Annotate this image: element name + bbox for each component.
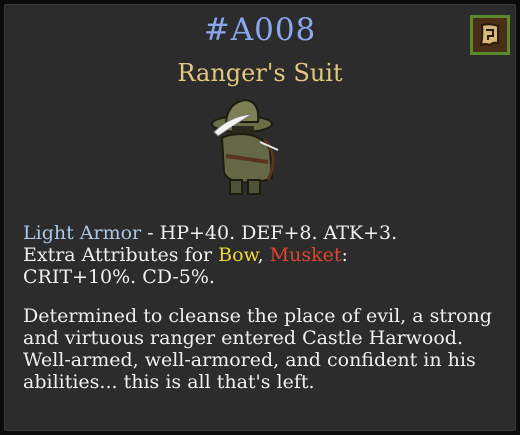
armor-type: Light Armor (23, 222, 142, 244)
item-stats: Light Armor - HP+40. DEF+8. ATK+3. Extra… (23, 222, 503, 288)
item-name: Ranger's Suit (177, 59, 343, 87)
extra-prefix: Extra Attributes for (23, 244, 219, 266)
map-icon (479, 23, 499, 47)
weapon-bow: Bow (218, 244, 258, 266)
extra-values: CRIT+10%. CD-5%. (23, 266, 215, 288)
base-stats: - HP+40. DEF+8. ATK+3. (141, 222, 398, 244)
item-lore: Determined to cleanse the place of evil,… (23, 305, 492, 393)
weapon-separator: , (257, 244, 270, 266)
map-button[interactable] (470, 15, 510, 55)
ranger-suit-sprite (211, 98, 279, 195)
weapon-colon: : (341, 244, 348, 266)
item-id: #A008 (203, 12, 317, 48)
weapon-musket: Musket (269, 244, 342, 266)
item-tooltip-card: #A008 Ranger's Suit Light Armor - HP+40.… (2, 2, 518, 433)
